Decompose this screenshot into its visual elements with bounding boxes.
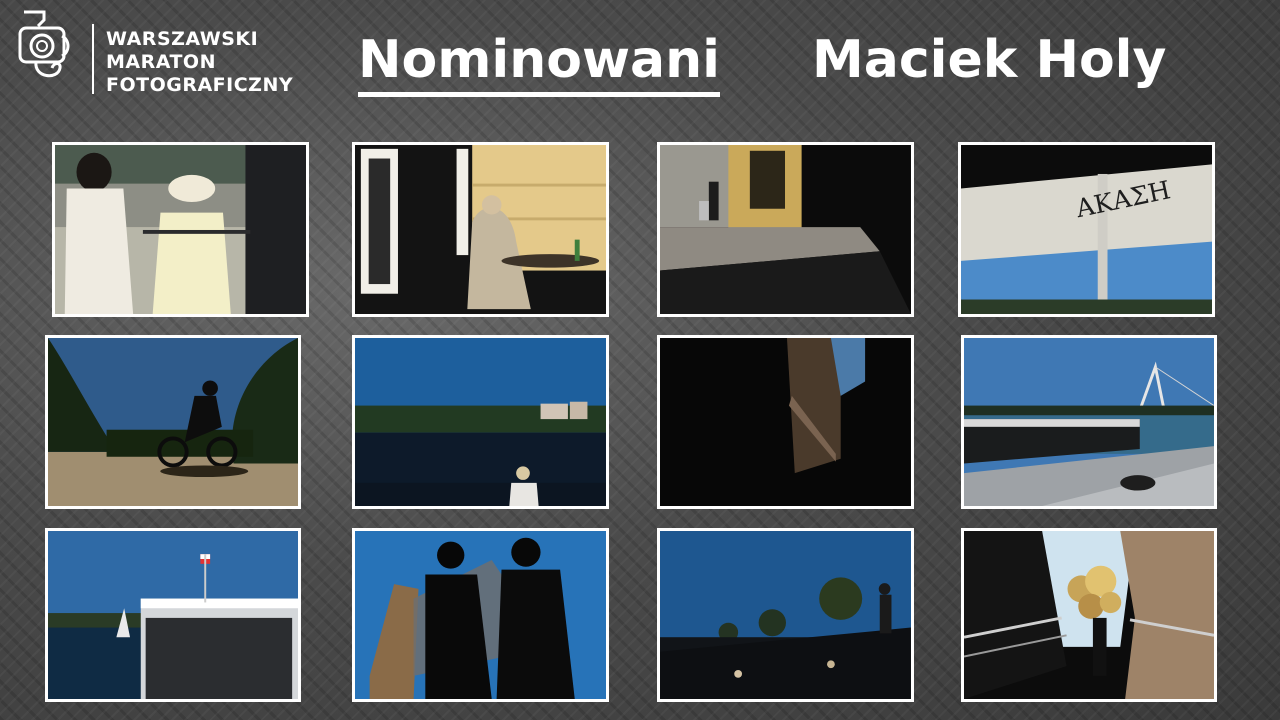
logo-wordmark: WARSZAWSKI MARATON FOTOGRAFICZNY bbox=[106, 28, 293, 97]
section-title: Nominowani bbox=[358, 30, 720, 97]
logo-line-2: MARATON bbox=[106, 51, 216, 73]
photo-tile-10[interactable] bbox=[352, 528, 609, 702]
photo-tile-2[interactable] bbox=[352, 142, 609, 317]
photo-tile-1[interactable] bbox=[52, 142, 309, 317]
photo-tile-9[interactable] bbox=[45, 528, 301, 702]
logo-divider bbox=[92, 24, 94, 94]
photo-tile-5[interactable] bbox=[45, 335, 301, 509]
photo-tile-11[interactable] bbox=[657, 528, 914, 702]
logo-line-3: FOTOGRAFICZNY bbox=[106, 74, 294, 96]
camera-heart-icon bbox=[18, 10, 70, 78]
photo-tile-4[interactable]: ΑΚΑΣΗ bbox=[958, 142, 1215, 317]
photo-tile-7[interactable] bbox=[657, 335, 914, 509]
logo-line-1: WARSZAWSKI bbox=[106, 28, 259, 50]
festival-logo: WARSZAWSKI MARATON FOTOGRAFICZNY bbox=[14, 6, 299, 96]
photo-tile-6[interactable] bbox=[352, 335, 609, 509]
photo-tile-3[interactable] bbox=[657, 142, 914, 317]
photo-tile-12[interactable] bbox=[961, 528, 1217, 702]
author-name: Maciek Holy bbox=[812, 30, 1167, 90]
photo-tile-8[interactable] bbox=[961, 335, 1217, 509]
